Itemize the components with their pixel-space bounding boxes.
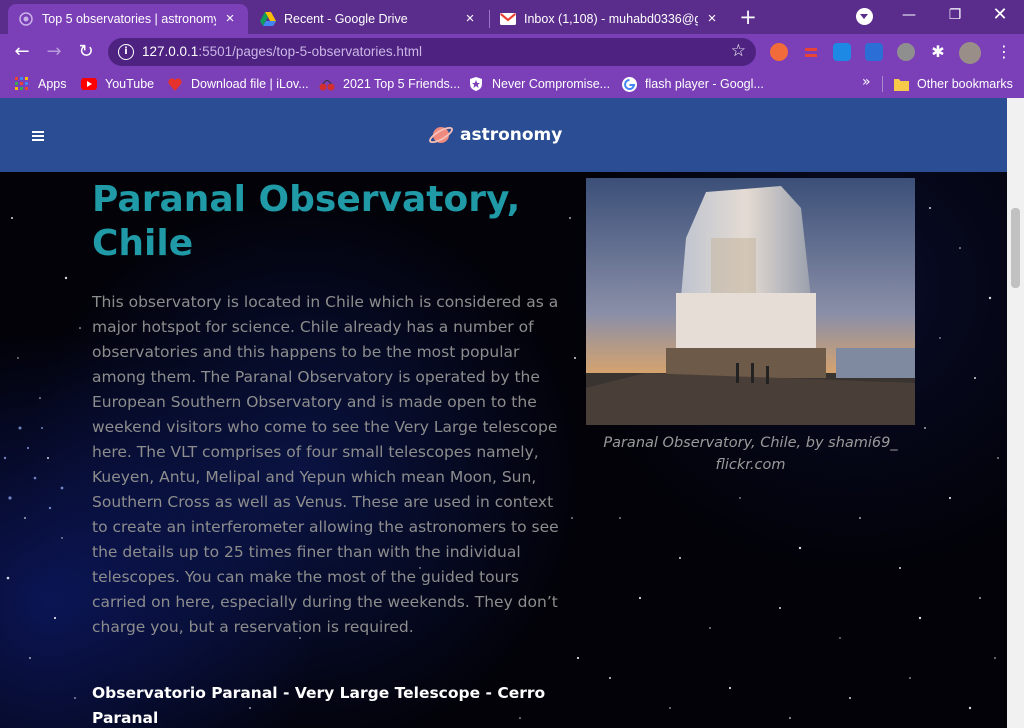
bookmark-label: YouTube <box>105 77 155 91</box>
star-shield-icon <box>468 76 484 92</box>
hamburger-menu-icon[interactable] <box>32 131 44 141</box>
site-info-icon[interactable]: i <box>118 44 134 60</box>
article-body: This observatory is located in Chile whi… <box>92 293 559 636</box>
url-host: 127.0.0.1 <box>142 44 199 59</box>
bookmark-label: 2021 Top 5 Friends... <box>343 77 461 91</box>
browser-toolbar: ← → ↻ i 127.0.0.1:5501/pages/top-5-obser… <box>0 34 1024 70</box>
menu-kebab-icon[interactable]: ⋮ <box>995 43 1013 61</box>
url-text[interactable]: 127.0.0.1:5501/pages/top-5-observatories… <box>142 44 422 59</box>
cherry-icon <box>319 76 335 92</box>
photo-caption: Paranal Observatory, Chile, by shami69_ … <box>603 435 898 473</box>
extension-screen-icon[interactable] <box>865 43 883 61</box>
tab-title: Recent - Google Drive <box>284 12 408 26</box>
bookmark-label: Apps <box>38 77 67 91</box>
back-button[interactable]: ← <box>11 41 33 63</box>
bookmark-label: flash player - Googl... <box>645 77 764 91</box>
other-bookmarks[interactable]: Other bookmarks <box>893 75 1013 93</box>
extension-infinity-icon[interactable] <box>770 43 788 61</box>
minimize-button[interactable]: — <box>889 4 929 26</box>
close-icon[interactable]: × <box>462 11 478 27</box>
restore-button[interactable]: ❐ <box>935 4 975 26</box>
planet-logo-icon <box>429 126 453 144</box>
bookmark-youtube[interactable]: YouTube <box>81 75 154 93</box>
url-path: :5501/pages/top-5-observatories.html <box>198 44 422 59</box>
bookmarks-bar: Apps YouTube Download file | iLov... 202… <box>0 70 1024 98</box>
apps-grid-icon <box>14 76 30 92</box>
youtube-icon <box>81 76 97 92</box>
extensions-puzzle-icon[interactable]: ✱ <box>929 43 947 61</box>
bookmark-ilovepdf[interactable]: Download file | iLov... <box>167 75 309 93</box>
extension-cloud-icon[interactable] <box>833 43 851 61</box>
bookmarks-divider <box>882 76 883 92</box>
close-icon[interactable]: × <box>704 11 720 27</box>
forward-button[interactable]: → <box>43 41 65 63</box>
observatory-photo <box>586 178 915 425</box>
google-icon <box>621 76 637 92</box>
globe-icon <box>18 11 34 27</box>
gmail-icon <box>500 11 516 27</box>
page-viewport: astronomy Paranal Observatory, Chile Thi… <box>0 98 1007 728</box>
site-header: astronomy <box>0 98 1007 172</box>
close-icon[interactable]: × <box>222 11 238 27</box>
more-bookmarks-chevron-icon[interactable]: » <box>862 74 871 90</box>
new-tab-button[interactable]: + <box>737 6 759 28</box>
brand-name: astronomy <box>460 125 563 145</box>
bookmark-label: Download file | iLov... <box>191 77 309 91</box>
folder-icon <box>893 76 909 92</box>
reload-button[interactable]: ↻ <box>75 41 97 63</box>
tab-strip: Top 5 observatories | astronomy × Recent… <box>0 0 1024 34</box>
extension-equals-icon[interactable] <box>802 43 820 61</box>
bookmark-apps[interactable]: Apps <box>14 75 67 93</box>
extension-globe-icon[interactable] <box>897 43 915 61</box>
page-title: Paranal Observatory, Chile <box>92 179 521 264</box>
tab-title: Top 5 observatories | astronomy <box>42 12 216 26</box>
close-window-button[interactable]: ✕ <box>980 4 1020 26</box>
page-scrollbar[interactable] <box>1007 98 1024 728</box>
scrollbar-thumb[interactable] <box>1011 208 1020 288</box>
tab-google-drive[interactable]: Recent - Google Drive × <box>250 4 488 34</box>
address-bar[interactable]: i 127.0.0.1:5501/pages/top-5-observatori… <box>108 38 756 66</box>
ilovepdf-icon <box>167 76 183 92</box>
profile-avatar[interactable] <box>959 42 981 64</box>
bookmark-never-compromise[interactable]: Never Compromise... <box>468 75 610 93</box>
tab-gmail[interactable]: Inbox (1,108) - muhabd0336@gm × <box>490 4 730 34</box>
bookmark-star-icon[interactable]: ☆ <box>731 41 746 61</box>
article-subheading: Observatorio Paranal - Very Large Telesc… <box>92 684 546 727</box>
tab-search-icon[interactable] <box>856 8 873 25</box>
tab-astronomy[interactable]: Top 5 observatories | astronomy × <box>8 4 248 34</box>
google-drive-icon <box>260 11 276 27</box>
bookmark-flash-player[interactable]: flash player - Googl... <box>621 75 764 93</box>
bookmark-label: Other bookmarks <box>917 77 1013 91</box>
site-logo[interactable]: astronomy <box>428 122 562 148</box>
bookmark-label: Never Compromise... <box>492 77 611 91</box>
bookmark-top-5-friends[interactable]: 2021 Top 5 Friends... <box>319 75 460 93</box>
tab-title: Inbox (1,108) - muhabd0336@gm <box>524 12 698 26</box>
